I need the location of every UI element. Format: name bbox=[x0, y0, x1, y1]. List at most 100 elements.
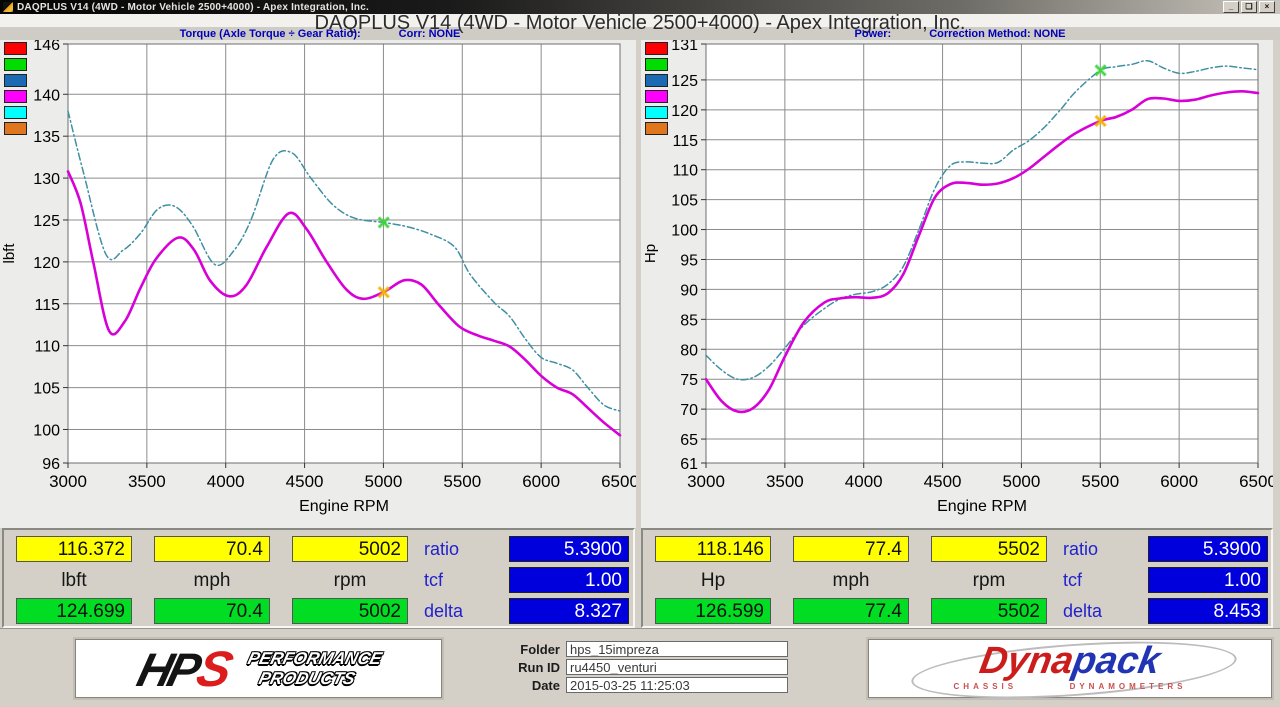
svg-text:96: 96 bbox=[42, 456, 60, 473]
date-label: Date bbox=[480, 678, 560, 693]
ratio-label: ratio bbox=[1063, 539, 1141, 560]
speed-unit-label: mph bbox=[154, 570, 270, 594]
legend-swatch-3[interactable] bbox=[4, 90, 27, 103]
torque-chart-header: Torque (Axle Torque ÷ Gear Ratio): Corr:… bbox=[0, 28, 640, 40]
legend-swatch-4[interactable] bbox=[645, 106, 668, 119]
speed-unit-label: mph bbox=[793, 570, 909, 594]
svg-text:85: 85 bbox=[680, 312, 698, 329]
hps-tagline: PERFORMANCE PRODUCTS bbox=[240, 649, 383, 688]
run-id-label: Run ID bbox=[480, 660, 560, 675]
torque-cursor-rpm: 5002 bbox=[292, 536, 408, 562]
legend-swatch-2[interactable] bbox=[4, 74, 27, 87]
torque-unit-label: lbft bbox=[16, 570, 132, 594]
legend-swatch-0[interactable] bbox=[4, 42, 27, 55]
svg-text:110: 110 bbox=[34, 339, 60, 356]
run-id-field-row: Run ID bbox=[440, 659, 800, 675]
legend-swatch-2[interactable] bbox=[645, 74, 668, 87]
legend-swatch-0[interactable] bbox=[645, 42, 668, 55]
svg-text:3000: 3000 bbox=[49, 472, 87, 491]
svg-text:115: 115 bbox=[672, 133, 698, 150]
power-unit-label: Hp bbox=[655, 570, 771, 594]
svg-text:6000: 6000 bbox=[522, 472, 560, 491]
torque-reference-rpm: 5002 bbox=[292, 598, 408, 624]
torque-cursor-speed: 70.4 bbox=[154, 536, 270, 562]
svg-text:4500: 4500 bbox=[286, 472, 324, 491]
power-reference-speed: 77.4 bbox=[793, 598, 909, 624]
footer: HP S PERFORMANCE PRODUCTS Folder Run ID … bbox=[0, 628, 1280, 703]
svg-text:131: 131 bbox=[671, 40, 698, 54]
svg-text:5500: 5500 bbox=[1081, 472, 1119, 491]
power-header-label: Power: bbox=[855, 28, 892, 40]
svg-text:Hp: Hp bbox=[642, 244, 659, 263]
ratio-value: 5.3900 bbox=[1148, 536, 1268, 562]
svg-text:Engine RPM: Engine RPM bbox=[299, 498, 389, 515]
app-icon bbox=[3, 2, 13, 12]
folder-input[interactable] bbox=[566, 641, 788, 657]
torque-reference-speed: 70.4 bbox=[154, 598, 270, 624]
svg-text:Engine RPM: Engine RPM bbox=[937, 498, 1027, 515]
dynapack-wordmark: Dynapack bbox=[866, 642, 1275, 680]
legend-swatch-1[interactable] bbox=[645, 58, 668, 71]
svg-text:6000: 6000 bbox=[1160, 472, 1198, 491]
svg-text:5000: 5000 bbox=[365, 472, 403, 491]
legend-swatch-5[interactable] bbox=[645, 122, 668, 135]
legend-swatch-5[interactable] bbox=[4, 122, 27, 135]
date-input[interactable] bbox=[566, 677, 788, 693]
dynapack-pack-text: pack bbox=[1069, 640, 1163, 682]
power-cursor-speed: 77.4 bbox=[793, 536, 909, 562]
folder-field-row: Folder bbox=[440, 641, 800, 657]
svg-text:6500: 6500 bbox=[601, 472, 636, 491]
ratio-value: 5.3900 bbox=[509, 536, 629, 562]
svg-text:120: 120 bbox=[671, 103, 698, 120]
svg-text:115: 115 bbox=[34, 297, 60, 314]
rpm-unit-label: rpm bbox=[931, 570, 1047, 594]
svg-text:6500: 6500 bbox=[1239, 472, 1273, 491]
svg-text:4000: 4000 bbox=[845, 472, 883, 491]
svg-text:125: 125 bbox=[33, 213, 60, 230]
svg-text:3500: 3500 bbox=[766, 472, 804, 491]
svg-text:70: 70 bbox=[680, 402, 698, 419]
svg-text:120: 120 bbox=[33, 255, 60, 272]
svg-text:4000: 4000 bbox=[207, 472, 245, 491]
svg-text:130: 130 bbox=[33, 171, 60, 188]
torque-chart-panel: 1461401351301251201151101051009630003500… bbox=[0, 40, 636, 528]
power-reference-value: 126.599 bbox=[655, 598, 771, 624]
run-id-input[interactable] bbox=[566, 659, 788, 675]
svg-text:lbft: lbft bbox=[1, 243, 18, 264]
torque-cursor-value: 116.372 bbox=[16, 536, 132, 562]
dynapack-dyna-text: Dyna bbox=[977, 640, 1077, 682]
tcf-label: tcf bbox=[424, 570, 502, 591]
rpm-unit-label: rpm bbox=[292, 570, 408, 594]
legend-swatches bbox=[4, 42, 27, 135]
tcf-value: 1.00 bbox=[509, 567, 629, 593]
svg-text:90: 90 bbox=[680, 282, 698, 299]
legend-swatch-4[interactable] bbox=[4, 106, 27, 119]
hps-tagline-line1: PERFORMANCE bbox=[245, 649, 383, 669]
torque-correction-label: Corr: NONE bbox=[399, 28, 461, 40]
torque-readout-panel: 116.372 70.4 5002 lbft mph rpm 124.699 7… bbox=[2, 528, 635, 628]
svg-text:3000: 3000 bbox=[687, 472, 725, 491]
power-correction-label: Correction Method: NONE bbox=[929, 28, 1065, 40]
svg-text:65: 65 bbox=[680, 432, 698, 449]
power-chart[interactable]: 131 125 120 115 110 105 100 95 90 85 80 75 70 65 61300… bbox=[641, 40, 1273, 528]
torque-reference-value: 124.699 bbox=[16, 598, 132, 624]
power-cursor-value: 118.146 bbox=[655, 536, 771, 562]
svg-text:110: 110 bbox=[672, 163, 698, 180]
legend-swatch-1[interactable] bbox=[4, 58, 27, 71]
svg-text:80: 80 bbox=[680, 342, 698, 359]
torque-chart[interactable]: 1461401351301251201151101051009630003500… bbox=[0, 40, 636, 528]
legend-swatch-3[interactable] bbox=[645, 90, 668, 103]
hps-wordmark: HP S PERFORMANCE PRODUCTS bbox=[132, 644, 384, 694]
power-chart-panel: 131 125 120 115 110 105 100 95 90 85 80 75 70 65 61300… bbox=[641, 40, 1273, 528]
hps-tagline-line2: PRODUCTS bbox=[256, 669, 378, 689]
svg-text:3500: 3500 bbox=[128, 472, 166, 491]
svg-text:4500: 4500 bbox=[924, 472, 962, 491]
svg-text:125: 125 bbox=[671, 73, 698, 90]
svg-text:95: 95 bbox=[680, 252, 698, 269]
svg-text:140: 140 bbox=[33, 87, 60, 104]
power-chart-header: Power: Correction Method: NONE bbox=[640, 28, 1280, 40]
svg-text:100: 100 bbox=[671, 223, 698, 240]
svg-text:61: 61 bbox=[680, 456, 698, 473]
svg-text:75: 75 bbox=[680, 372, 698, 389]
svg-text:105: 105 bbox=[671, 193, 698, 210]
